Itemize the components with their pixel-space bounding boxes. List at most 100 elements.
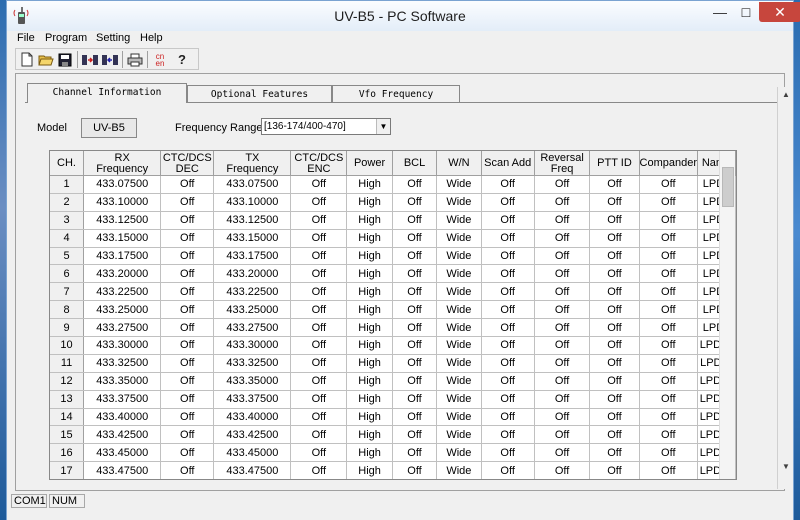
table-cell[interactable]: 433.22500 xyxy=(213,282,292,302)
table-cell[interactable]: High xyxy=(346,247,393,266)
table-cell[interactable]: Off xyxy=(160,193,215,212)
table-row[interactable]: 4 433.15000 Off 433.15000 Off High Off Wide Off O… xyxy=(50,229,736,248)
table-cell[interactable]: Off xyxy=(589,336,640,355)
table-cell[interactable]: Off xyxy=(290,229,348,248)
menu-help[interactable]: Help xyxy=(140,32,163,44)
table-cell[interactable]: Off xyxy=(392,318,438,338)
grid-scroll-thumb[interactable] xyxy=(722,167,734,207)
table-row[interactable]: 8 433.25000 Off 433.25000 Off High Off Wide Off O… xyxy=(50,300,736,320)
table-row[interactable]: 16 433.45000 Off 433.45000 Off High Off Wide Off… xyxy=(50,443,736,463)
table-cell[interactable]: Off xyxy=(392,282,438,302)
table-cell[interactable]: Off xyxy=(290,354,348,373)
scroll-up-icon[interactable]: ▲ xyxy=(778,87,794,103)
table-cell[interactable]: 433.17500 xyxy=(213,247,292,266)
table-cell[interactable]: 433.40000 xyxy=(213,408,292,427)
table-cell[interactable]: Off xyxy=(290,336,348,355)
language-cn-en-icon[interactable]: cn en xyxy=(151,51,169,68)
table-cell[interactable]: 433.27500 xyxy=(83,318,162,338)
menu-program[interactable]: Program xyxy=(45,32,87,44)
table-cell[interactable]: High xyxy=(346,282,393,302)
table-cell[interactable]: Off xyxy=(481,300,535,320)
table-cell[interactable]: Off xyxy=(534,318,591,338)
table-cell[interactable]: Off xyxy=(534,354,591,373)
table-cell[interactable]: Off xyxy=(481,229,535,248)
table-cell[interactable]: High xyxy=(346,425,393,445)
table-cell[interactable]: Off xyxy=(392,443,438,463)
table-cell[interactable]: Off xyxy=(290,300,348,320)
table-cell[interactable]: Off xyxy=(160,408,215,427)
table-cell[interactable]: Wide xyxy=(436,264,482,284)
new-file-icon[interactable] xyxy=(18,51,36,68)
table-cell[interactable]: Off xyxy=(481,354,535,373)
channel-grid[interactable]: CH. RX Frequency CTC/DCS DEC TX Frequency CTC/D… xyxy=(49,150,737,480)
table-cell[interactable]: Off xyxy=(534,211,591,230)
table-cell[interactable]: Off xyxy=(290,282,348,302)
table-row[interactable]: 2 433.10000 Off 433.10000 Off High Off Wide Off O… xyxy=(50,193,736,212)
table-cell[interactable]: Off xyxy=(589,229,640,248)
table-cell[interactable]: Off xyxy=(392,247,438,266)
chevron-down-icon[interactable]: ▼ xyxy=(376,119,390,134)
table-cell[interactable]: 433.42500 xyxy=(213,425,292,445)
table-cell[interactable]: Off xyxy=(392,193,438,212)
table-cell[interactable]: High xyxy=(346,175,393,194)
table-cell[interactable]: Off xyxy=(639,443,699,463)
table-cell[interactable]: Wide xyxy=(436,408,482,427)
table-cell[interactable]: Off xyxy=(481,318,535,338)
table-cell[interactable]: Off xyxy=(481,336,535,355)
table-cell[interactable]: High xyxy=(346,193,393,212)
table-cell[interactable]: Off xyxy=(589,443,640,463)
table-cell[interactable]: 433.45000 xyxy=(83,443,162,463)
table-cell[interactable]: Wide xyxy=(436,425,482,445)
table-cell[interactable]: Off xyxy=(481,372,535,391)
table-cell[interactable]: Off xyxy=(639,336,699,355)
table-cell[interactable]: Off xyxy=(534,372,591,391)
table-cell[interactable]: 433.12500 xyxy=(83,211,162,230)
table-row[interactable]: 12 433.35000 Off 433.35000 Off High Off Wide Off… xyxy=(50,372,736,391)
table-cell[interactable]: 433.27500 xyxy=(213,318,292,338)
table-cell[interactable]: 433.17500 xyxy=(83,247,162,266)
table-cell[interactable]: Wide xyxy=(436,336,482,355)
table-cell[interactable]: Wide xyxy=(436,354,482,373)
open-folder-icon[interactable] xyxy=(37,51,55,68)
table-cell[interactable]: 433.10000 xyxy=(83,193,162,212)
table-cell[interactable]: Off xyxy=(481,461,535,479)
table-cell[interactable]: 433.25000 xyxy=(213,300,292,320)
table-cell[interactable]: Off xyxy=(160,372,215,391)
grid-vertical-scrollbar[interactable] xyxy=(719,151,735,479)
table-cell[interactable]: Off xyxy=(290,247,348,266)
table-cell[interactable]: High xyxy=(346,408,393,427)
table-cell[interactable]: Wide xyxy=(436,390,482,409)
table-cell[interactable]: 433.40000 xyxy=(83,408,162,427)
table-cell[interactable]: Off xyxy=(160,461,215,479)
table-cell[interactable]: Off xyxy=(481,443,535,463)
table-cell[interactable]: Off xyxy=(534,264,591,284)
table-cell[interactable]: Off xyxy=(589,264,640,284)
table-cell[interactable]: High xyxy=(346,372,393,391)
table-cell[interactable]: Off xyxy=(392,425,438,445)
table-cell[interactable]: Off xyxy=(160,336,215,355)
table-cell[interactable]: Off xyxy=(392,390,438,409)
table-row[interactable]: 7 433.22500 Off 433.22500 Off High Off Wide Off O… xyxy=(50,282,736,302)
column-header[interactable]: BCL xyxy=(392,151,438,176)
table-row[interactable]: 10 433.30000 Off 433.30000 Off High Off Wide Off… xyxy=(50,336,736,355)
table-cell[interactable]: Off xyxy=(639,264,699,284)
table-cell[interactable]: Off xyxy=(534,336,591,355)
table-cell[interactable]: Off xyxy=(290,461,348,479)
menu-file[interactable]: File xyxy=(17,32,35,44)
table-cell[interactable]: High xyxy=(346,300,393,320)
table-row[interactable]: 14 433.40000 Off 433.40000 Off High Off Wide Off… xyxy=(50,408,736,427)
table-cell[interactable]: 433.15000 xyxy=(83,229,162,248)
table-cell[interactable]: Off xyxy=(589,372,640,391)
table-cell[interactable]: Off xyxy=(589,390,640,409)
table-cell[interactable]: Off xyxy=(639,211,699,230)
scroll-down-icon[interactable]: ▼ xyxy=(778,459,794,475)
table-cell[interactable]: Off xyxy=(589,211,640,230)
table-cell[interactable]: 433.45000 xyxy=(213,443,292,463)
read-radio-icon[interactable] xyxy=(81,51,99,68)
table-cell[interactable]: Off xyxy=(160,425,215,445)
table-cell[interactable]: Off xyxy=(639,300,699,320)
table-cell[interactable]: Wide xyxy=(436,282,482,302)
minimize-button[interactable]: — xyxy=(707,3,733,23)
table-cell[interactable]: Off xyxy=(160,318,215,338)
table-cell[interactable]: Off xyxy=(392,336,438,355)
